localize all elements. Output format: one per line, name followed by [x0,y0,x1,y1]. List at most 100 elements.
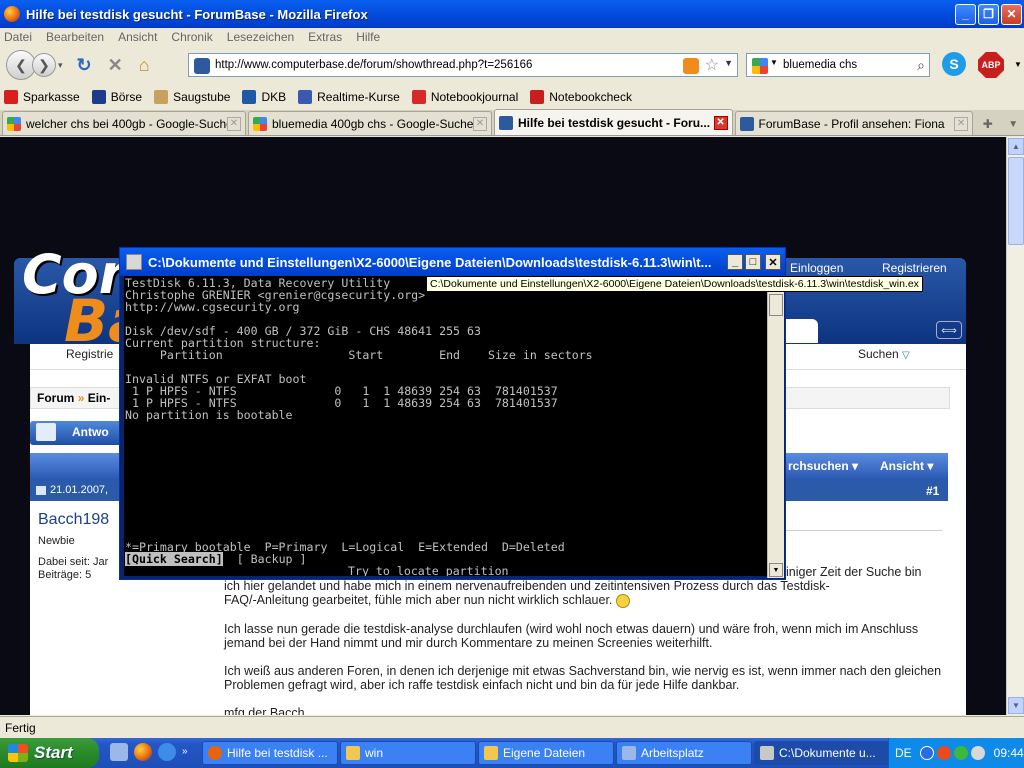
console-line: http://www.cgsecurity.org [125,300,300,314]
close-button[interactable]: ✕ [1001,3,1022,25]
bookmark-boerse[interactable]: Börse [91,90,142,104]
console-window[interactable]: C:\Dokumente und Einstellungen\X2-6000\E… [119,247,786,580]
console-maximize-button[interactable]: □ [745,254,761,270]
stop-icon[interactable]: ✕ [108,55,123,76]
reload-icon[interactable]: ↻ [77,55,92,76]
post-number-link[interactable]: #1 [926,484,939,498]
tray-app-icon[interactable] [936,746,951,760]
notebookcheck-icon [530,90,545,104]
console-line: No partition is bootable [125,408,293,422]
scroll-up-icon[interactable]: ▲ [1008,138,1024,155]
quick-search-option[interactable]: [Quick Search] [125,552,223,566]
console-minimize-button[interactable]: _ [727,254,743,270]
computer-icon [622,746,636,760]
reply-button[interactable]: Antwo [30,421,130,445]
login-link[interactable]: Einloggen [790,261,843,275]
language-indicator[interactable]: DE [895,746,912,760]
google-search-engine-icon[interactable] [752,58,768,74]
breadcrumb-forum[interactable]: Forum [37,391,74,405]
menu-hilfe[interactable]: Hilfe [356,30,380,44]
rss-feed-icon[interactable] [683,58,699,74]
forward-button[interactable]: ❯ [32,53,56,77]
taskbar-arbeitsplatz[interactable]: Arbeitsplatz [616,741,752,765]
menu-ansicht[interactable]: Ansicht [118,30,157,44]
back-arrow-icon: ❮ [15,56,27,73]
search-magnifier-icon[interactable]: ⌕ [917,57,925,74]
backup-option[interactable]: [ Backup ] [230,552,307,566]
console-scrollbar[interactable]: ▲ ▼ [767,276,784,578]
firefox-quicklaunch-icon[interactable] [134,743,152,761]
tab-close-icon[interactable]: ✕ [954,116,969,131]
console-titlebar[interactable]: C:\Dokumente und Einstellungen\X2-6000\E… [120,248,785,276]
user-title: Newbie [38,535,75,547]
search-bar[interactable]: ▼ bluemedia chs ⌕ [746,53,930,77]
bookmark-realtime-kurse[interactable]: Realtime-Kurse [298,90,400,104]
tab-close-icon[interactable]: ✕ [713,115,728,130]
taskbar-eigene-dateien[interactable]: Eigene Dateien [478,741,614,765]
clock: 09:44 [993,746,1024,760]
adblock-plus-icon[interactable]: ABP [978,52,1004,78]
bookmark-saugstube[interactable]: Saugstube [154,90,230,104]
tab-welcher-chs[interactable]: welcher chs bei 400gb - Google-Suche ✕ [2,111,246,135]
scroll-down-icon[interactable]: ▼ [1008,697,1024,714]
url-bar[interactable]: http://www.computerbase.de/forum/showthr… [188,53,738,77]
history-dropdown-icon[interactable]: ▾ [58,60,63,71]
post-username[interactable]: Bacch198 [38,511,109,529]
bookmark-dkb[interactable]: DKB [242,90,286,104]
console-close-button[interactable]: ✕ [765,254,781,270]
engine-dropdown-icon[interactable]: ▼ [770,58,778,67]
tray-expand-icon[interactable] [919,746,934,760]
home-icon[interactable]: ⌂ [139,55,150,76]
taskbar-firefox[interactable]: Hilfe bei testdisk ... [202,741,338,765]
expand-width-icon[interactable]: ⟺ [936,321,962,339]
page-scrollbar[interactable]: ▲ ▼ [1006,137,1024,715]
console-screen[interactable]: TestDisk 6.11.3, Data Recovery Utility Ch… [124,276,767,576]
bookmark-notebookcheck[interactable]: Notebookcheck [530,90,632,104]
nav-register-link[interactable]: Registrie [66,347,113,361]
tab-forumbase-profil[interactable]: ForumBase - Profil ansehen: Fiona ✕ [734,111,974,135]
tab-close-icon[interactable]: ✕ [227,116,241,131]
minimize-button[interactable]: _ [955,3,976,25]
pencil-note-icon [36,423,56,441]
tab-list-dropdown-icon[interactable]: ▼ [1003,113,1024,135]
menu-extras[interactable]: Extras [308,30,342,44]
console-output: TestDisk 6.11.3, Data Recovery Utility Ch… [125,277,767,553]
console-scroll-thumb[interactable] [769,294,783,316]
register-link[interactable]: Registrieren [882,261,947,275]
tray-network-icon[interactable] [953,746,968,760]
ie-quicklaunch-icon[interactable] [158,743,176,761]
bookmark-sparkasse[interactable]: Sparkasse [4,90,80,104]
post-line-2: ich hier gelandet und habe mich in einem… [224,579,830,593]
taskbar-win-folder[interactable]: win [340,741,476,765]
tab-bluemedia[interactable]: bluemedia 400gb chs - Google-Suche ✕ [248,111,492,135]
taskbar-console[interactable]: C:\Dokumente u... [754,741,890,765]
tab-hilfe-testdisk[interactable]: Hilfe bei testdisk gesucht - Foru... ✕ [494,109,733,135]
menu-lesezeichen[interactable]: Lesezeichen [227,30,294,44]
breadcrumb-next[interactable]: Ein- [88,391,111,405]
folder-icon [484,746,498,760]
new-tab-icon[interactable]: ✚ [977,113,998,135]
start-button[interactable]: Start [0,738,99,768]
search-text: bluemedia chs [783,59,858,71]
restore-button[interactable]: ❐ [978,3,999,25]
tab-close-icon[interactable]: ✕ [473,116,487,131]
thread-search-button[interactable]: rchsuchen ▾ [788,459,858,473]
scroll-thumb[interactable] [1008,157,1024,245]
bookmark-notebookjournal[interactable]: Notebookjournal [411,90,518,104]
post-paragraph-3: Ich weiß aus anderen Foren, in denen ich… [224,663,942,692]
tray-volume-icon[interactable] [970,746,985,760]
menu-chronik[interactable]: Chronik [171,30,212,44]
nav-search-link[interactable]: Suchen ▽ [858,347,910,361]
abp-dropdown-icon[interactable]: ▼ [1014,60,1022,69]
show-desktop-icon[interactable] [110,743,128,761]
console-scroll-down-icon[interactable]: ▼ [769,563,783,577]
quicklaunch-expand-icon[interactable]: » [182,746,188,757]
menu-bearbeiten[interactable]: Bearbeiten [46,30,104,44]
thread-view-button[interactable]: Ansicht ▾ [880,459,933,473]
skype-icon[interactable]: S [942,52,966,76]
bookmark-star-icon[interactable]: ☆ [705,55,719,75]
menu-datei[interactable]: Datei [4,30,32,44]
post-line-3: FAQ/-Anleitung gearbeitet, fühle mich ab… [224,593,613,607]
url-dropdown-icon[interactable]: ▼ [724,58,733,68]
